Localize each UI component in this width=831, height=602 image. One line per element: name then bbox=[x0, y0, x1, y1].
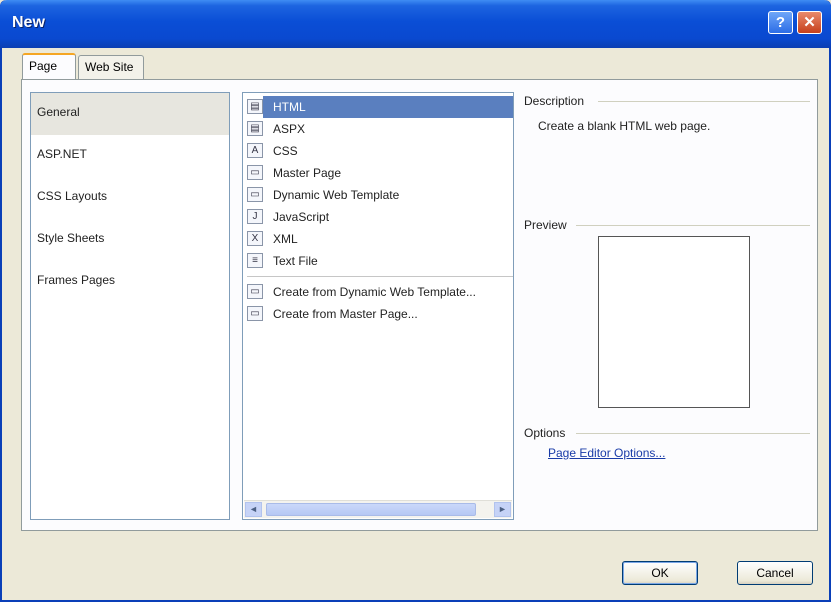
file-item-text-file[interactable]: ≡ Text File bbox=[243, 250, 513, 272]
cancel-button[interactable]: Cancel bbox=[737, 561, 813, 585]
horizontal-scrollbar[interactable]: ◄ ► bbox=[244, 500, 512, 518]
tab-panel: General ASP.NET CSS Layouts Style Sheets… bbox=[21, 79, 818, 531]
title-bar[interactable]: New ? ✕ bbox=[0, 0, 831, 48]
file-item-label: Create from Master Page... bbox=[273, 307, 418, 321]
html-file-icon: ▤ bbox=[247, 99, 263, 114]
help-icon: ? bbox=[775, 14, 786, 31]
file-item-label: Text File bbox=[273, 254, 318, 268]
file-item-label: CSS bbox=[273, 144, 298, 158]
options-heading: Options bbox=[524, 426, 570, 440]
file-item-label: Create from Dynamic Web Template... bbox=[273, 285, 476, 299]
file-item-javascript[interactable]: J JavaScript bbox=[243, 206, 513, 228]
scroll-left-icon[interactable]: ◄ bbox=[245, 502, 262, 517]
category-list[interactable]: General ASP.NET CSS Layouts Style Sheets… bbox=[30, 92, 230, 520]
options-divider bbox=[576, 433, 810, 434]
file-item-label: Dynamic Web Template bbox=[273, 188, 400, 202]
file-item-aspx[interactable]: ▤ ASPX bbox=[243, 118, 513, 140]
file-item-label: XML bbox=[273, 232, 298, 246]
category-style-sheets[interactable]: Style Sheets bbox=[31, 219, 229, 261]
javascript-file-icon: J bbox=[247, 209, 263, 224]
category-frames-pages[interactable]: Frames Pages bbox=[31, 261, 229, 303]
master-page-icon: ▭ bbox=[247, 165, 263, 180]
list-divider bbox=[247, 276, 513, 277]
category-css-layouts[interactable]: CSS Layouts bbox=[31, 177, 229, 219]
aspx-file-icon: ▤ bbox=[247, 121, 263, 136]
description-heading: Description bbox=[524, 94, 589, 108]
preview-heading: Preview bbox=[524, 218, 571, 232]
file-item-html[interactable]: ▤ HTML bbox=[247, 96, 513, 118]
scroll-right-icon[interactable]: ► bbox=[494, 502, 511, 517]
close-button[interactable]: ✕ bbox=[797, 11, 822, 34]
css-file-icon: A bbox=[247, 143, 263, 158]
new-dialog: New ? ✕ Page Web Site General ASP.NET CS… bbox=[0, 0, 831, 602]
description-text: Create a blank HTML web page. bbox=[538, 119, 711, 133]
help-button[interactable]: ? bbox=[768, 11, 793, 34]
file-item-create-from-master[interactable]: ▭ Create from Master Page... bbox=[243, 303, 513, 325]
dialog-title: New bbox=[12, 14, 45, 31]
file-item-css[interactable]: A CSS bbox=[243, 140, 513, 162]
ok-button[interactable]: OK bbox=[622, 561, 698, 585]
dwt-file-icon: ▭ bbox=[247, 187, 263, 202]
file-item-label: JavaScript bbox=[273, 210, 330, 224]
category-general[interactable]: General bbox=[31, 93, 229, 135]
file-item-master-page[interactable]: ▭ Master Page bbox=[243, 162, 513, 184]
master-create-icon: ▭ bbox=[247, 306, 263, 321]
scroll-thumb[interactable] bbox=[266, 503, 476, 516]
category-aspnet[interactable]: ASP.NET bbox=[31, 135, 229, 177]
page-editor-options-link[interactable]: Page Editor Options... bbox=[548, 446, 665, 460]
description-divider bbox=[598, 101, 810, 102]
xml-file-icon: X bbox=[247, 231, 263, 246]
file-item-xml[interactable]: X XML bbox=[243, 228, 513, 250]
file-item-label: HTML bbox=[273, 100, 306, 114]
file-type-list[interactable]: ▤ HTML ▤ ASPX A CSS ▭ Master Page ▭ Dyna… bbox=[242, 92, 514, 520]
file-item-label: ASPX bbox=[273, 122, 306, 136]
preview-divider bbox=[576, 225, 810, 226]
dwt-create-icon: ▭ bbox=[247, 284, 263, 299]
text-file-icon: ≡ bbox=[247, 253, 263, 268]
file-item-create-from-dwt[interactable]: ▭ Create from Dynamic Web Template... bbox=[243, 281, 513, 303]
tab-web-site[interactable]: Web Site bbox=[78, 55, 144, 79]
file-item-label: Master Page bbox=[273, 166, 342, 180]
preview-image bbox=[598, 236, 750, 408]
close-icon: ✕ bbox=[803, 14, 816, 31]
details-pane: Description Create a blank HTML web page… bbox=[524, 92, 810, 520]
file-item-dynamic-web-template[interactable]: ▭ Dynamic Web Template bbox=[243, 184, 513, 206]
tab-page[interactable]: Page bbox=[22, 53, 76, 79]
